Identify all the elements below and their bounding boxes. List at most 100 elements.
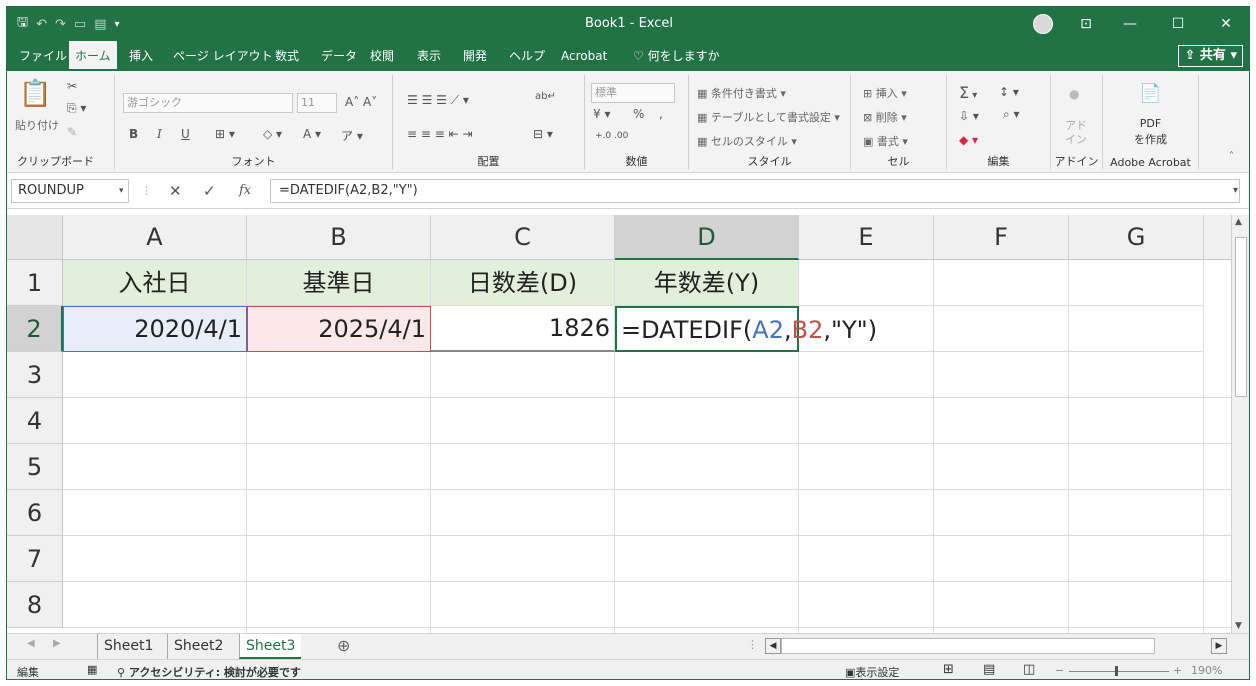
scroll-right-icon[interactable]: ▶ [1211,638,1227,654]
column-header-f[interactable]: F [934,215,1069,260]
tab-help[interactable]: ヘルプ [503,41,551,71]
tab-acrobat[interactable]: Acrobat [555,41,613,71]
tab-insert[interactable]: 挿入 [123,41,159,71]
autosum-button[interactable]: Σ ▾ [959,83,977,102]
format-as-table-button[interactable]: ▦ テーブルとして書式設定 ▾ [697,109,840,125]
row-header-7[interactable]: 7 [7,536,63,582]
column-header-g[interactable]: G [1069,215,1204,260]
conditional-format-button[interactable]: ▦ 条件付き書式 ▾ [697,85,786,101]
cell-d1[interactable]: 年数差(Y) [615,260,799,306]
row-header-8[interactable]: 8 [7,582,63,628]
tell-me-search[interactable]: ♡ 何をしますか [627,41,726,71]
cell-g1[interactable] [1069,260,1204,306]
enter-icon[interactable]: ✓ [203,179,216,203]
borders-icon[interactable]: ⊞ ▾ [215,127,235,141]
cell-e1[interactable] [799,260,934,306]
bold-button[interactable]: B [129,127,138,141]
scroll-down-icon[interactable]: ▼ [1235,621,1242,631]
macro-record-icon[interactable]: ▦ [87,663,97,676]
cell-d2-editing[interactable]: =DATEDIF(A2,B2,"Y") [615,306,877,352]
vertical-scrollbar[interactable]: ▲ ▼ [1231,215,1249,633]
column-header-a[interactable]: A [63,215,247,260]
comma-icon[interactable]: , [659,107,663,121]
align-left-icon[interactable]: ≡ ≡ ≡ ⇤ ⇥ [407,127,473,141]
page-break-view-icon[interactable]: ◫ [1023,662,1035,677]
font-size-combo[interactable]: 11 [297,93,337,113]
underline-button[interactable]: U [181,127,190,141]
select-all-corner[interactable] [7,215,63,260]
clear-icon[interactable]: ◆ ▾ [959,133,978,147]
cell-c2[interactable]: 1826 [431,306,615,352]
cell-b1[interactable]: 基準日 [247,260,431,306]
addins-icon[interactable]: ● [1069,87,1079,101]
cell-a1[interactable]: 入社日 [63,260,247,306]
cell-a2[interactable]: 2020/4/1 [63,306,247,352]
font-color-icon[interactable]: A ▾ [303,127,321,141]
tab-review[interactable]: 校閲 [364,41,400,71]
tab-data[interactable]: データ [315,41,363,71]
vertical-scroll-thumb[interactable] [1235,237,1247,397]
accessibility-status[interactable]: ⚲ アクセシビリティ: 検討が必要です [117,664,301,679]
pdf-icon[interactable]: 📄 [1139,83,1161,104]
zoom-slider-thumb[interactable] [1115,666,1118,676]
find-icon[interactable]: ⌕ ▾ [1003,107,1020,122]
format-cells-button[interactable]: ▣ 書式 ▾ [863,133,908,149]
minimize-icon[interactable]: — [1113,7,1147,41]
cell-c1[interactable]: 日数差(D) [431,260,615,306]
phonetic-icon[interactable]: ア ▾ [341,127,363,144]
tab-file[interactable]: ファイル [13,41,73,71]
tab-view[interactable]: 表示 [411,41,447,71]
create-pdf-label[interactable]: を作成 [1103,131,1198,147]
currency-icon[interactable]: ¥ ▾ [593,107,610,121]
copy-icon[interactable]: ⎘ ▾ [67,101,86,116]
ribbon-display-icon[interactable]: ⊡ [1073,7,1099,41]
account-button[interactable] [1031,7,1055,41]
formula-input[interactable]: =DATEDIF(A2,B2,"Y") [270,179,1240,203]
page-layout-view-icon[interactable]: ▤ [983,662,995,677]
sheet-tab-3[interactable]: Sheet3 [239,634,302,659]
horizontal-scroll-thumb[interactable] [781,638,1155,654]
column-header-d[interactable]: D [615,215,799,260]
collapse-ribbon-icon[interactable]: ˄ [1229,151,1234,162]
percent-button[interactable]: % [633,107,644,121]
normal-view-icon[interactable]: ⊞ [943,662,954,677]
sheet-tab-1[interactable]: Sheet1 [97,634,159,659]
sort-filter-icon[interactable]: ↕ ▾ [999,85,1019,99]
tab-split-icon[interactable]: ⋮ [747,638,758,651]
align-top-icon[interactable]: ☰ ☰ ☰ ⟋ ▾ [407,93,469,108]
cut-icon[interactable]: ✂ [67,79,77,93]
name-box-dropdown-icon[interactable]: ▾ [119,179,124,203]
increase-font-icon[interactable]: A˄ A˅ [345,95,377,109]
next-sheet-icon[interactable]: ▶ [53,638,61,649]
cell-f2[interactable] [934,306,1069,352]
column-header-e[interactable]: E [799,215,934,260]
paste-icon[interactable]: 📋 [19,79,51,109]
font-name-combo[interactable]: 游ゴシック [123,93,293,113]
close-icon[interactable]: ✕ [1209,7,1243,41]
zoom-level[interactable]: 190% [1191,664,1222,677]
name-box[interactable]: ROUNDUP [11,179,129,203]
zoom-in-icon[interactable]: + [1173,664,1182,677]
insert-cells-button[interactable]: ⊞ 挿入 ▾ [863,85,907,101]
row-header-5[interactable]: 5 [7,444,63,490]
scroll-up-icon[interactable]: ▲ [1235,217,1242,227]
prev-sheet-icon[interactable]: ◀ [27,638,35,649]
delete-cells-button[interactable]: ⊠ 削除 ▾ [863,109,907,125]
sheet-tab-2[interactable]: Sheet2 [167,634,229,659]
row-header-6[interactable]: 6 [7,490,63,536]
tab-page-layout[interactable]: ページ レイアウト [167,41,279,71]
decimal-icon[interactable]: +.0 .00 [595,131,628,141]
display-settings-button[interactable]: ▣表示設定 [845,664,899,679]
row-header-1[interactable]: 1 [7,260,63,306]
expand-formula-icon[interactable]: ▾ [1233,179,1238,203]
tab-developer[interactable]: 開発 [457,41,493,71]
scroll-left-icon[interactable]: ◀ [765,638,781,654]
cell-f1[interactable] [934,260,1069,306]
row-header-3[interactable]: 3 [7,352,63,398]
column-header-h[interactable] [1204,215,1231,260]
maximize-icon[interactable]: ☐ [1161,7,1195,41]
row-header-4[interactable]: 4 [7,398,63,444]
insert-function-icon[interactable]: fx [239,179,251,203]
tab-home[interactable]: ホーム [69,41,117,71]
share-button[interactable]: ⇪ 共有 ▾ [1178,45,1243,67]
